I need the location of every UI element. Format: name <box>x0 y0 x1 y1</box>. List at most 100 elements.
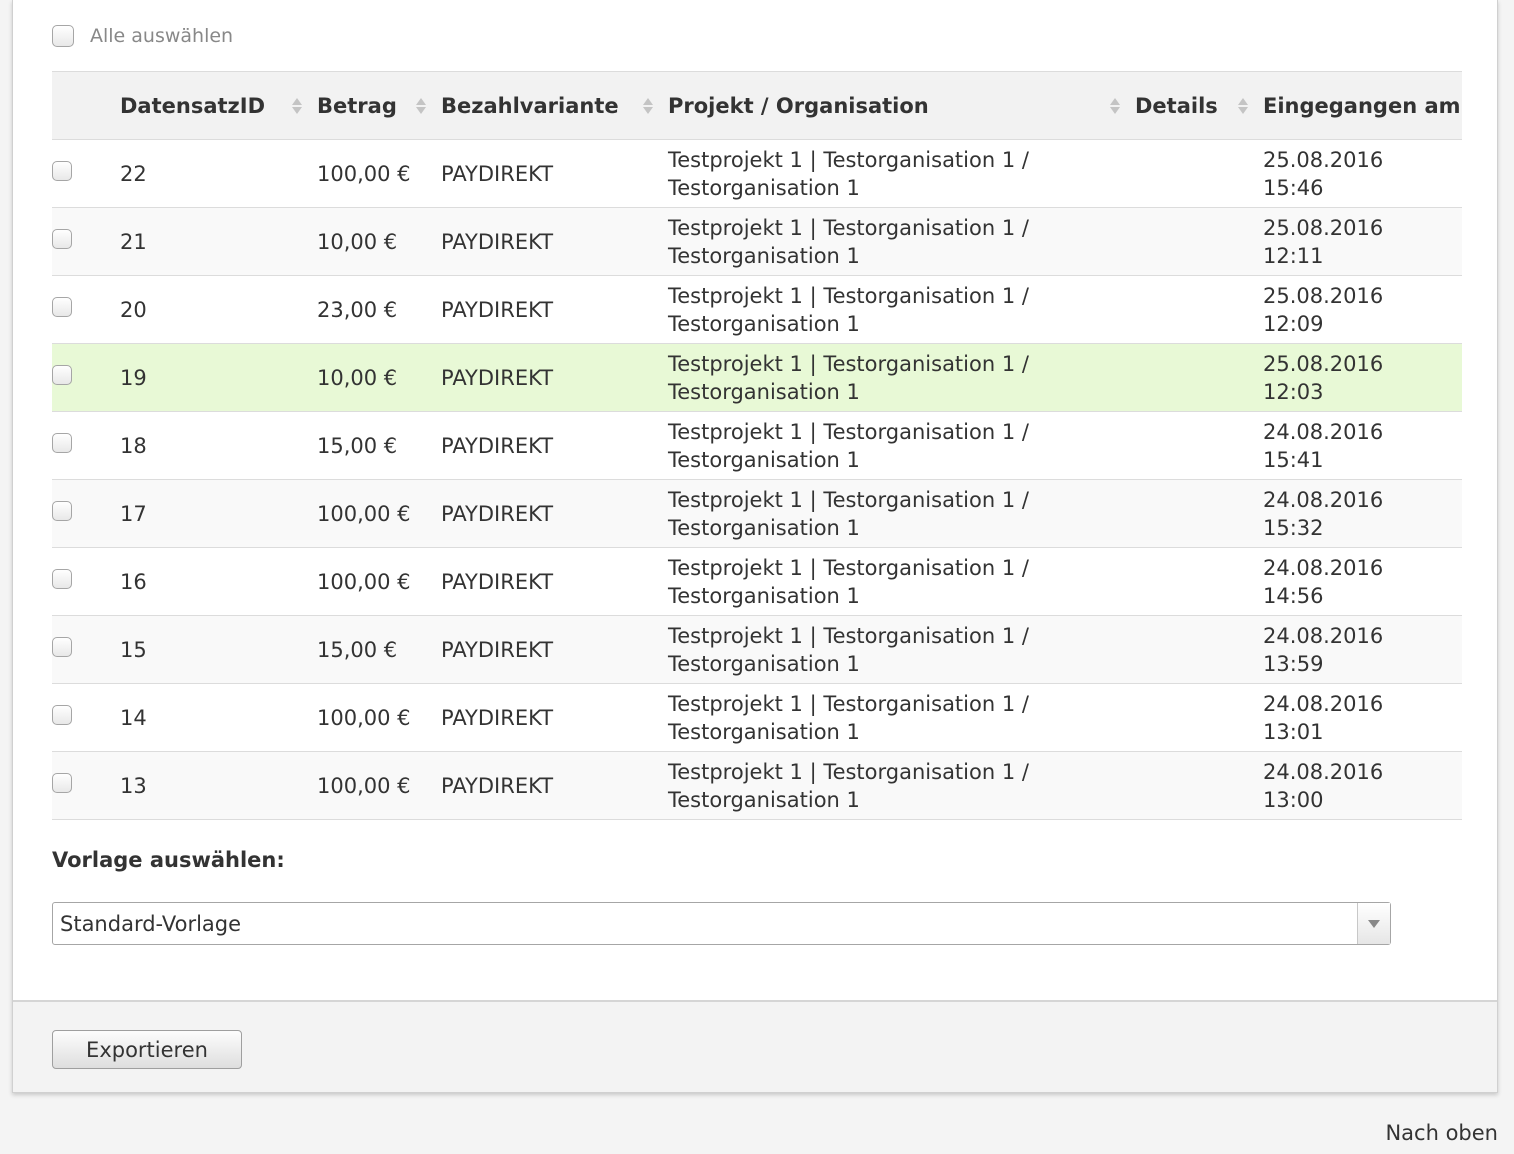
sort-icon[interactable] <box>291 97 303 114</box>
cell-details <box>1135 684 1263 752</box>
cell-details <box>1135 752 1263 820</box>
cell-project: Testprojekt 1 | Testorganisation 1 / Tes… <box>668 555 1029 608</box>
table-row: 19 10,00 € PAYDIREKT Testprojekt 1 | Tes… <box>52 343 1462 412</box>
cell-amount: 10,00 € <box>317 365 398 390</box>
cell-time: 15:32 <box>1263 515 1324 540</box>
select-all-label: Alle auswählen <box>90 25 234 47</box>
cell-project: Testprojekt 1 | Testorganisation 1 / Tes… <box>668 419 1029 472</box>
cell-payment: PAYDIREKT <box>441 501 554 526</box>
row-checkbox[interactable] <box>52 772 72 793</box>
cell-payment: PAYDIREKT <box>441 773 554 798</box>
back-to-top-link[interactable]: Nach oben <box>1385 1121 1498 1145</box>
row-checkbox[interactable] <box>52 296 72 317</box>
cell-details <box>1135 412 1263 480</box>
cell-time: 13:01 <box>1263 719 1324 744</box>
table-row: 18 15,00 € PAYDIREKT Testprojekt 1 | Tes… <box>52 412 1462 480</box>
cell-payment: PAYDIREKT <box>441 433 554 458</box>
cell-payment: PAYDIREKT <box>441 569 554 594</box>
cell-amount: 15,00 € <box>317 433 398 458</box>
header-details[interactable]: Details <box>1135 72 1263 140</box>
sort-icon[interactable] <box>415 97 427 114</box>
cell-date: 24.08.2016 <box>1263 691 1384 716</box>
cell-id: 22 <box>120 161 147 186</box>
cell-amount: 100,00 € <box>317 773 411 798</box>
header-select <box>52 72 120 140</box>
footer-bar: Exportieren <box>13 1000 1497 1092</box>
cell-details <box>1135 276 1263 344</box>
cell-time: 12:11 <box>1263 243 1324 268</box>
table-row: 21 10,00 € PAYDIREKT Testprojekt 1 | Tes… <box>52 207 1462 276</box>
sort-icon[interactable] <box>1237 97 1249 114</box>
cell-date: 24.08.2016 <box>1263 555 1384 580</box>
header-amount[interactable]: Betrag <box>317 72 441 140</box>
sort-icon[interactable] <box>642 97 654 114</box>
select-all-checkbox[interactable] <box>52 25 74 47</box>
export-button[interactable]: Exportieren <box>52 1030 242 1069</box>
export-panel: Alle auswählen DatensatzID Betrag Bezahl… <box>12 0 1498 1093</box>
header-received[interactable]: Eingegangen am <box>1263 72 1462 140</box>
header-payment[interactable]: Bezahlvariante <box>441 72 668 140</box>
cell-id: 18 <box>120 433 147 458</box>
header-details-label: Details <box>1135 93 1218 118</box>
cell-project: Testprojekt 1 | Testorganisation 1 / Tes… <box>668 487 1029 540</box>
cell-received: 24.08.2016 13:00 <box>1263 752 1462 820</box>
cell-details <box>1135 208 1263 276</box>
row-checkbox[interactable] <box>52 704 72 725</box>
cell-date: 24.08.2016 <box>1263 623 1384 648</box>
cell-time: 14:56 <box>1263 583 1324 608</box>
row-checkbox[interactable] <box>52 228 72 249</box>
row-checkbox[interactable] <box>52 160 72 181</box>
cell-received: 24.08.2016 13:01 <box>1263 684 1462 752</box>
cell-id: 20 <box>120 297 147 322</box>
header-payment-label: Bezahlvariante <box>441 93 619 118</box>
cell-project: Testprojekt 1 | Testorganisation 1 / Tes… <box>668 691 1029 744</box>
cell-received: 24.08.2016 13:59 <box>1263 616 1462 684</box>
cell-amount: 100,00 € <box>317 569 411 594</box>
template-label: Vorlage auswählen: <box>52 848 285 872</box>
template-select[interactable]: Standard-Vorlage <box>52 902 1391 945</box>
cell-project: Testprojekt 1 | Testorganisation 1 / Tes… <box>668 147 1029 200</box>
chevron-down-icon[interactable] <box>1357 903 1390 944</box>
cell-project: Testprojekt 1 | Testorganisation 1 / Tes… <box>668 759 1029 812</box>
sort-icon[interactable] <box>1109 97 1121 114</box>
cell-date: 24.08.2016 <box>1263 487 1384 512</box>
cell-time: 15:41 <box>1263 447 1324 472</box>
cell-date: 24.08.2016 <box>1263 759 1384 784</box>
cell-time: 12:03 <box>1263 379 1324 404</box>
select-all[interactable]: Alle auswählen <box>52 25 233 47</box>
row-checkbox[interactable] <box>52 500 72 521</box>
table-row: 22 100,00 € PAYDIREKT Testprojekt 1 | Te… <box>52 140 1462 208</box>
header-id[interactable]: DatensatzID <box>120 72 317 140</box>
cell-amount: 100,00 € <box>317 501 411 526</box>
row-checkbox[interactable] <box>52 568 72 589</box>
header-amount-label: Betrag <box>317 93 397 118</box>
cell-payment: PAYDIREKT <box>441 365 554 390</box>
cell-details <box>1135 616 1263 684</box>
cell-amount: 15,00 € <box>317 637 398 662</box>
cell-id: 19 <box>120 365 147 390</box>
cell-amount: 100,00 € <box>317 161 411 186</box>
row-checkbox[interactable] <box>52 636 72 657</box>
cell-project: Testprojekt 1 | Testorganisation 1 / Tes… <box>668 623 1029 676</box>
cell-time: 15:46 <box>1263 175 1324 200</box>
cell-payment: PAYDIREKT <box>441 229 554 254</box>
cell-details <box>1135 548 1263 616</box>
cell-received: 24.08.2016 15:32 <box>1263 480 1462 548</box>
cell-received: 25.08.2016 12:03 <box>1263 344 1462 412</box>
cell-received: 25.08.2016 12:09 <box>1263 276 1462 344</box>
cell-received: 24.08.2016 14:56 <box>1263 548 1462 616</box>
row-checkbox[interactable] <box>52 432 72 453</box>
cell-details <box>1135 480 1263 548</box>
cell-date: 24.08.2016 <box>1263 419 1384 444</box>
cell-project: Testprojekt 1 | Testorganisation 1 / Tes… <box>668 215 1029 268</box>
row-checkbox[interactable] <box>52 364 72 385</box>
cell-payment: PAYDIREKT <box>441 705 554 730</box>
cell-id: 16 <box>120 569 147 594</box>
header-project[interactable]: Projekt / Organisation <box>668 72 1135 140</box>
cell-received: 25.08.2016 15:46 <box>1263 140 1462 208</box>
cell-received: 24.08.2016 15:41 <box>1263 412 1462 480</box>
header-id-label: DatensatzID <box>120 93 266 118</box>
table-row: 17 100,00 € PAYDIREKT Testprojekt 1 | Te… <box>52 479 1462 548</box>
cell-payment: PAYDIREKT <box>441 161 554 186</box>
cell-amount: 100,00 € <box>317 705 411 730</box>
